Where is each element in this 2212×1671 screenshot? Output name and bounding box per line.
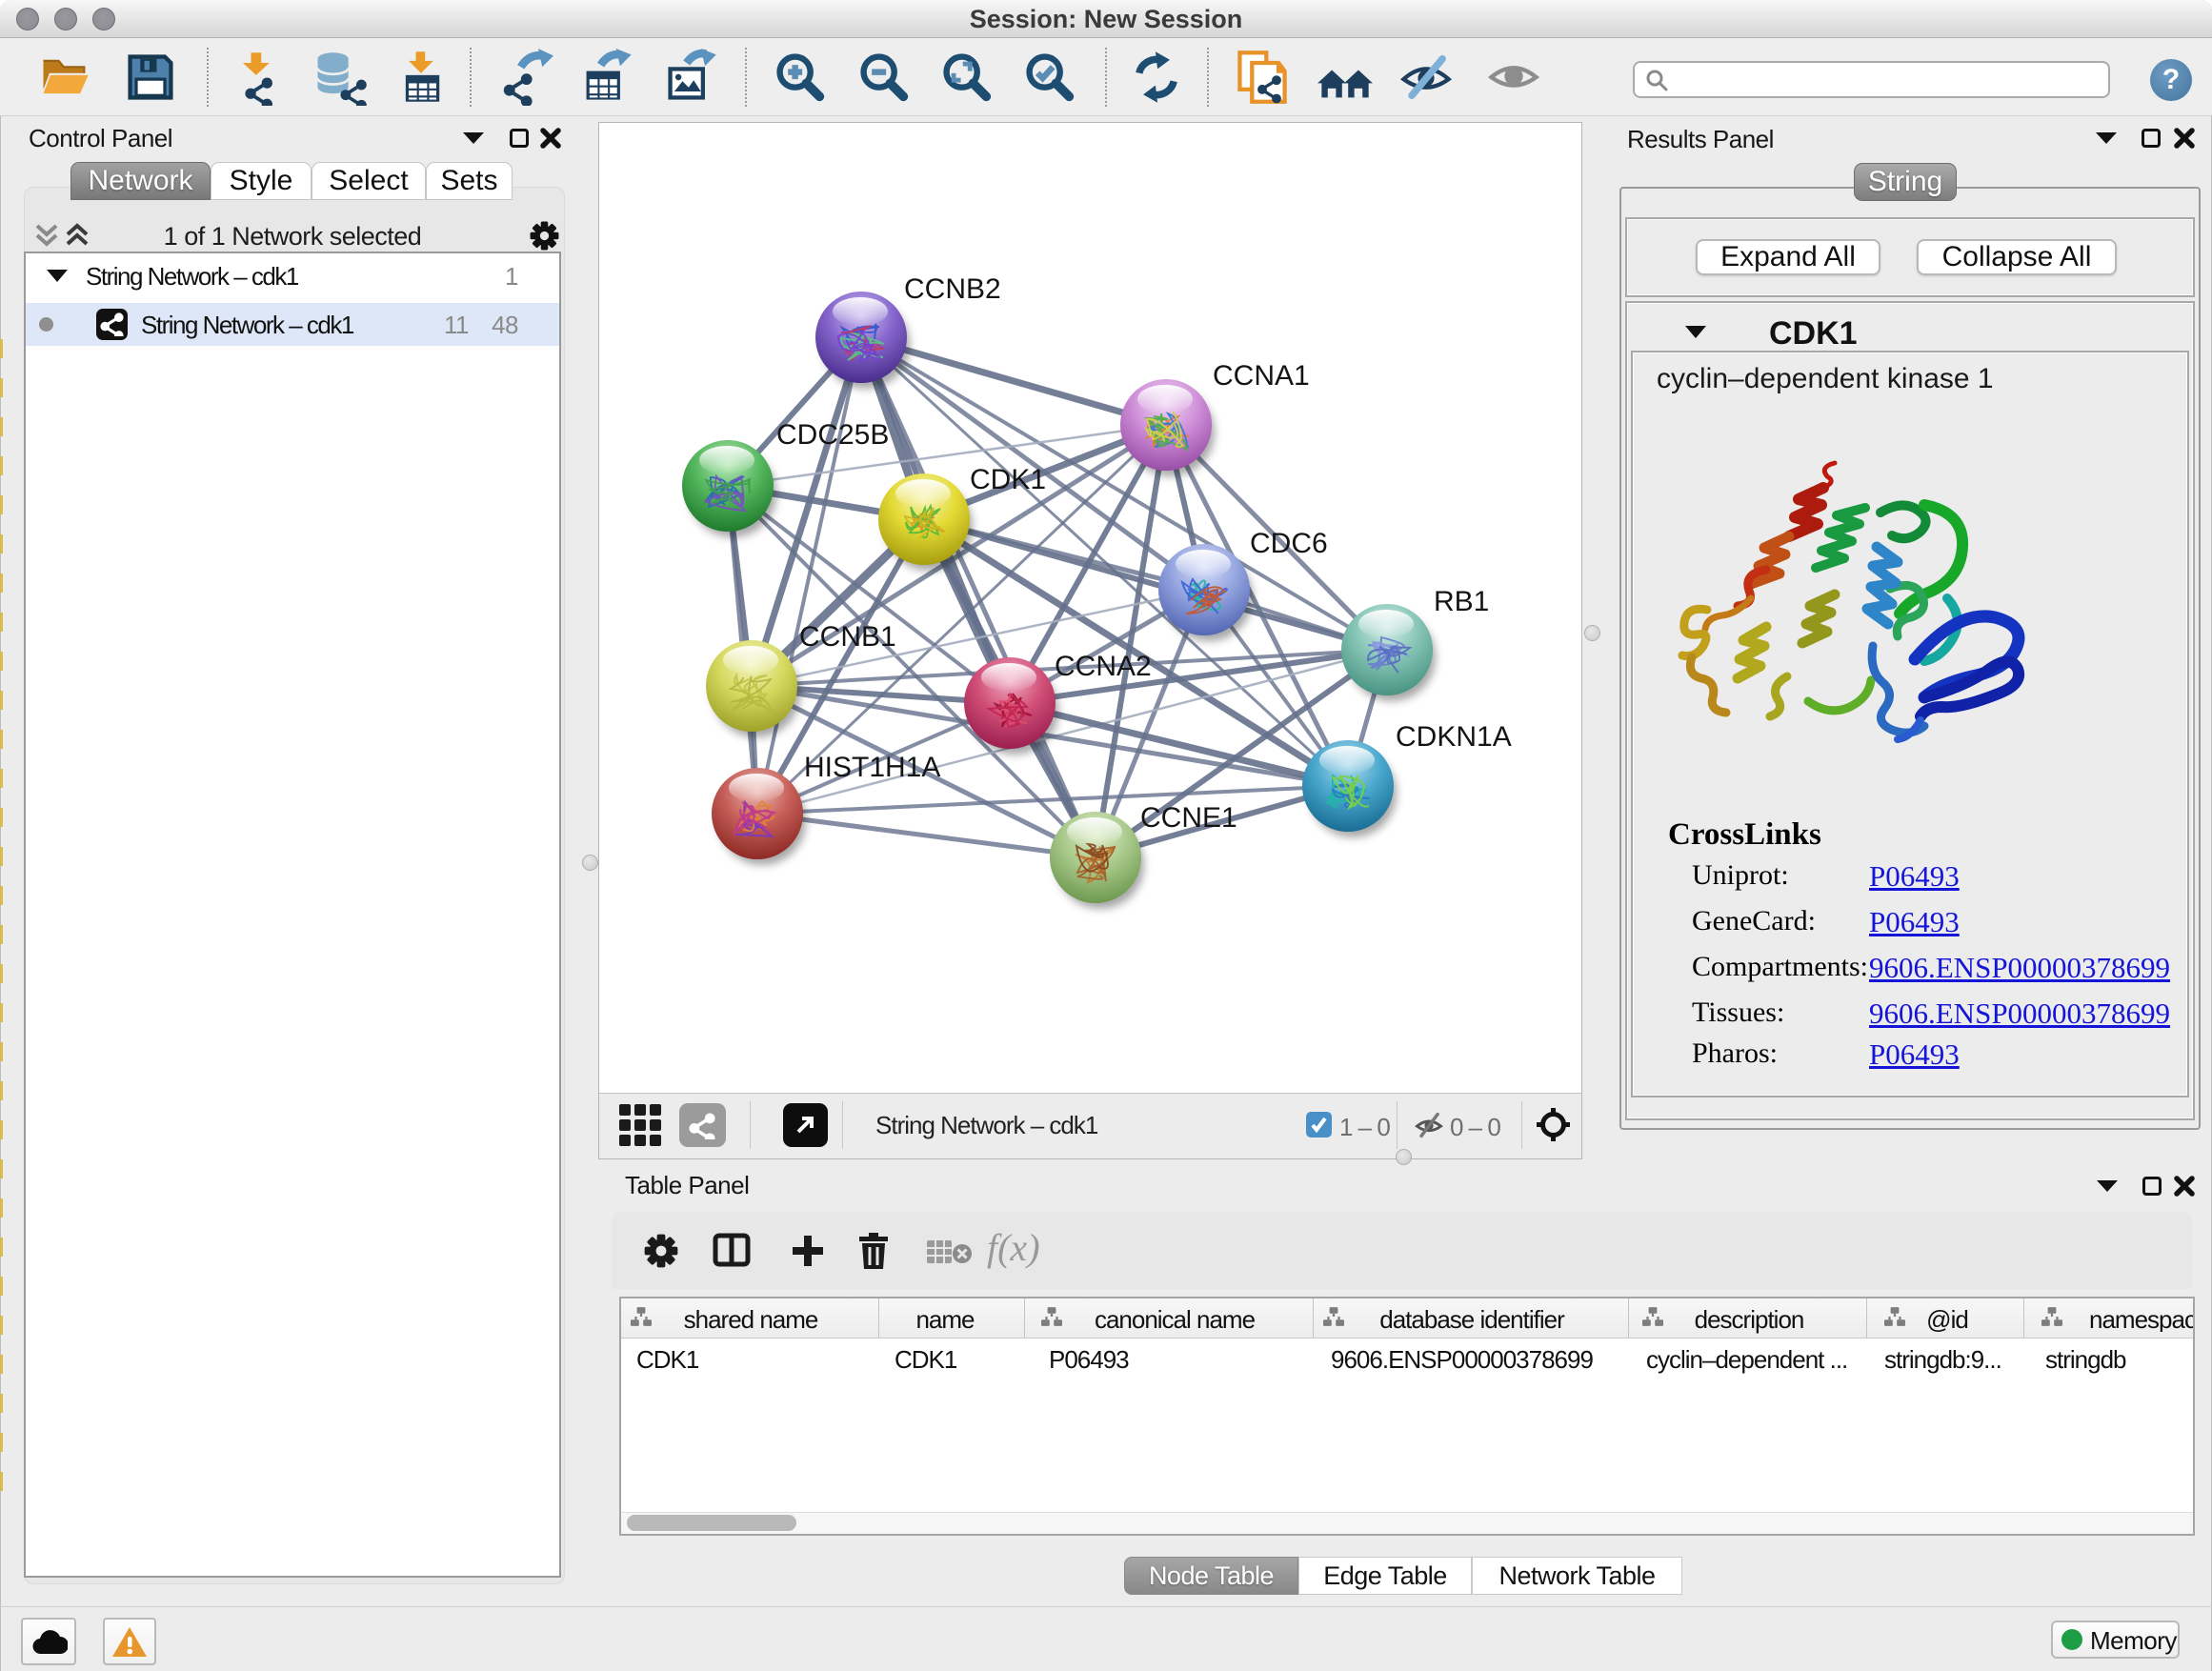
svg-text:CCNA1: CCNA1 — [1213, 360, 1310, 392]
svg-text:CDC6: CDC6 — [1250, 528, 1328, 559]
svg-text:CDK1: CDK1 — [970, 464, 1046, 495]
svg-text:CCNB2: CCNB2 — [904, 273, 1001, 305]
svg-text:CCNA2: CCNA2 — [1055, 651, 1152, 682]
svg-text:HIST1H1A: HIST1H1A — [804, 752, 940, 783]
svg-text:CCNB1: CCNB1 — [799, 621, 896, 653]
svg-text:CDC25B: CDC25B — [776, 419, 889, 451]
svg-text:CDKN1A: CDKN1A — [1396, 721, 1512, 753]
svg-text:CCNE1: CCNE1 — [1140, 802, 1237, 834]
svg-text:RB1: RB1 — [1434, 586, 1489, 617]
